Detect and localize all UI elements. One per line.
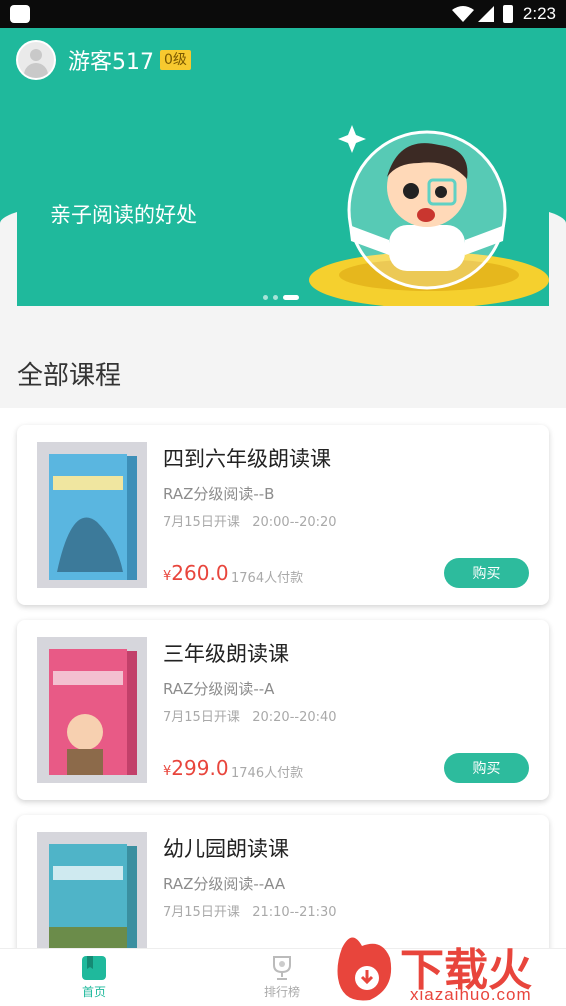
astronaut-illustration	[309, 125, 549, 306]
watermark-site: xiazaihuo.com	[410, 985, 532, 1004]
course-subtitle: RAZ分级阅读--AA	[163, 875, 286, 893]
carousel-indicator[interactable]	[263, 295, 299, 300]
course-subtitle: RAZ分级阅读--A	[163, 680, 275, 698]
wifi-icon	[452, 6, 474, 22]
trophy-icon	[273, 956, 291, 980]
buy-button[interactable]: 购买	[444, 558, 529, 588]
promo-banner[interactable]: 亲子阅读的好处	[17, 115, 549, 306]
course-schedule: 7月15日开课 20:20--20:40	[163, 710, 337, 725]
course-schedule: 7月15日开课 21:10--21:30	[163, 905, 337, 920]
tab-home-label: 首页	[81, 985, 106, 999]
section-title: 全部课程	[17, 361, 122, 391]
avatar[interactable]	[16, 40, 56, 80]
course-subtitle: RAZ分级阅读--B	[163, 485, 275, 503]
notification-icon	[10, 5, 30, 23]
carousel-dot-active[interactable]	[283, 295, 299, 300]
buyer-count: 1746人付款	[231, 766, 304, 781]
course-cover-image	[37, 442, 147, 588]
buyer-count: 1764人付款	[231, 571, 304, 586]
tab-ranking-label: 排行榜	[263, 985, 300, 999]
carousel-dot[interactable]	[263, 295, 268, 300]
home-book-icon	[82, 956, 106, 980]
course-name: 幼儿园朗读课	[163, 837, 289, 861]
carousel-dot[interactable]	[273, 295, 278, 300]
clock: 2:23	[522, 4, 556, 23]
buy-button[interactable]: 购买	[444, 753, 529, 783]
username: 游客517	[68, 50, 154, 75]
course-name: 三年级朗读课	[163, 642, 289, 666]
course-card[interactable]: 三年级朗读课 RAZ分级阅读--A 7月15日开课 20:20--20:40 ¥…	[17, 620, 549, 800]
course-cover-image	[37, 637, 147, 783]
banner-title: 亲子阅读的好处	[50, 203, 197, 227]
course-card[interactable]: 四到六年级朗读课 RAZ分级阅读--B 7月15日开课 20:00--20:20…	[17, 425, 549, 605]
course-name: 四到六年级朗读课	[163, 447, 331, 471]
battery-icon	[503, 5, 513, 23]
tab-home[interactable]: 首页	[54, 955, 134, 1000]
course-schedule: 7月15日开课 20:00--20:20	[163, 515, 337, 530]
user-profile[interactable]: 游客517 0级	[16, 40, 191, 80]
level-badge: 0级	[160, 50, 191, 70]
course-price: ¥260.0	[163, 561, 229, 585]
status-bar: 2:23	[0, 0, 566, 28]
course-price: ¥299.0	[163, 756, 229, 780]
tab-ranking[interactable]: 排行榜	[242, 955, 322, 1000]
signal-icon	[478, 6, 494, 22]
